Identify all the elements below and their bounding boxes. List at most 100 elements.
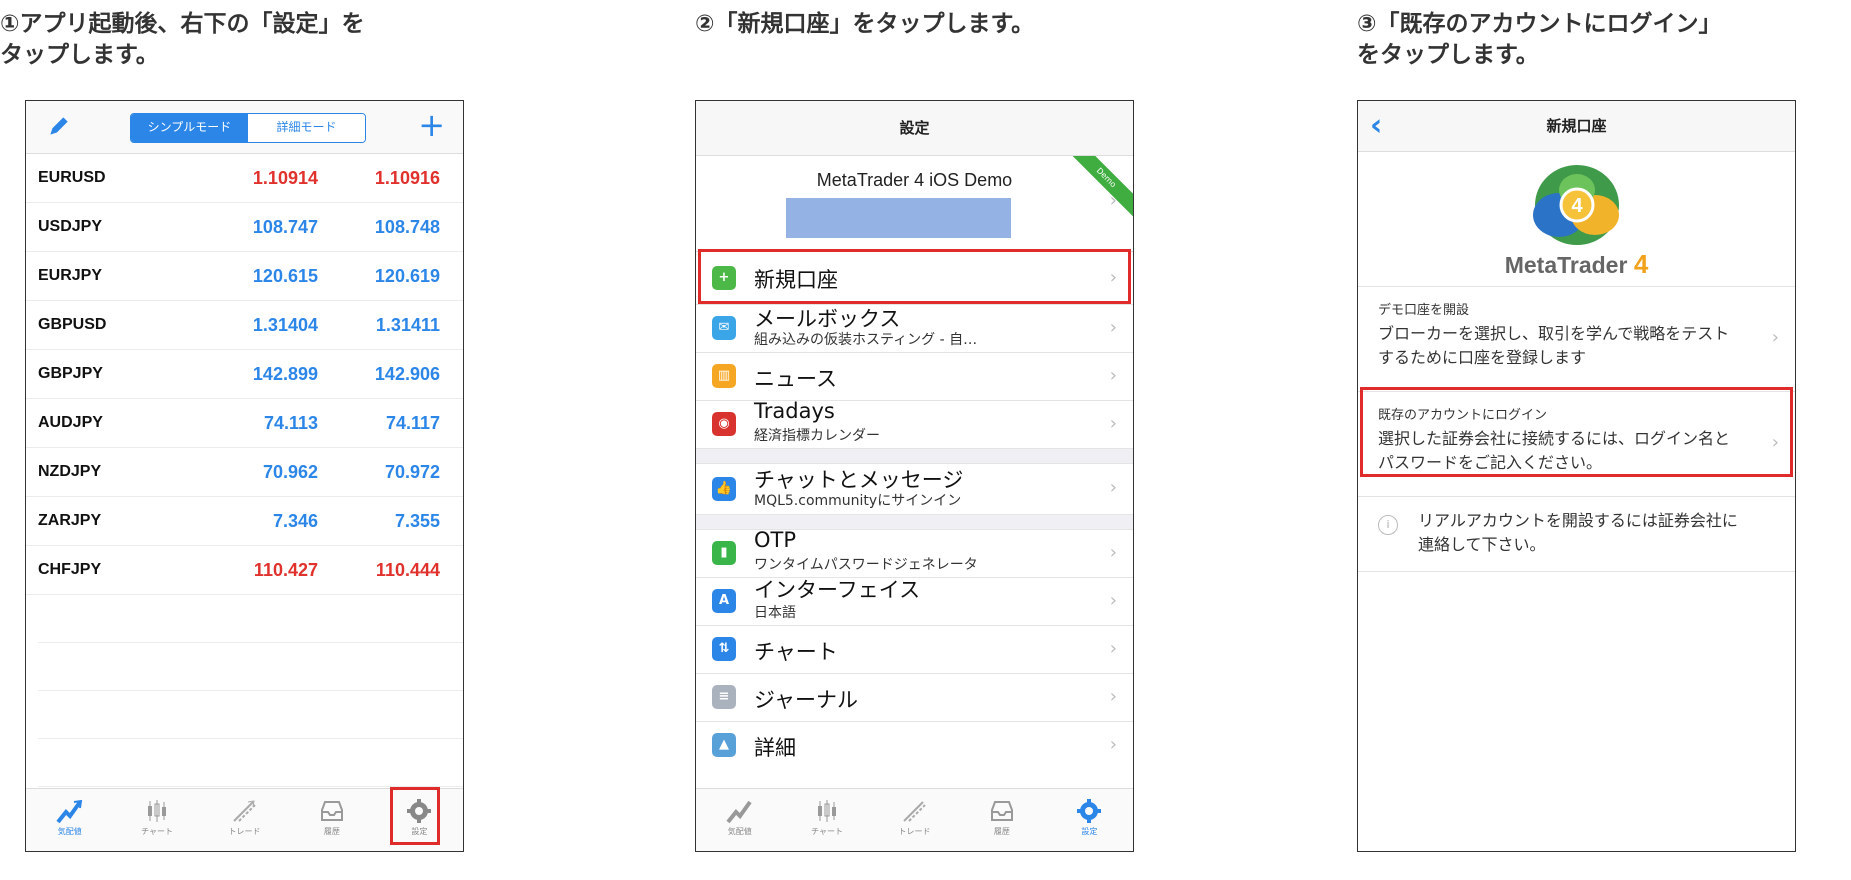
- tab-label: チャート: [811, 827, 844, 836]
- symbol-name: AUDJPY: [38, 414, 103, 431]
- account-card[interactable]: MetaTrader 4 iOS Demo Demo ›: [696, 156, 1133, 252]
- settings-item-otp[interactable]: ▮ OTP ワンタイムパスワードジェネレータ ›: [696, 528, 1133, 578]
- add-symbol-icon[interactable]: +: [418, 107, 445, 143]
- tab-label: トレード: [228, 827, 261, 836]
- step1-title: ①アプリ起動後、右下の「設定」を タップします。: [0, 11, 365, 68]
- ask-price: 110.444: [375, 559, 440, 580]
- tab-label: 気配値: [57, 827, 82, 836]
- phone-quotes-screen: シンプルモード 詳細モード + EURUSD 1.10914 1.10916 USDJ…: [25, 100, 464, 852]
- metatrader-icon: ▲: [712, 733, 736, 757]
- trade-icon: [902, 801, 926, 822]
- quote-row[interactable]: EURJPY 120.615 120.619: [26, 252, 463, 301]
- back-chevron-icon[interactable]: ‹: [1370, 101, 1382, 151]
- quote-row[interactable]: GBPUSD 1.31404 1.31411: [26, 301, 463, 350]
- book-icon: ▥: [712, 364, 736, 388]
- item-label: 詳細: [754, 736, 796, 760]
- chevron-right-icon: ›: [1771, 327, 1779, 348]
- quotes-icon: [726, 800, 752, 824]
- quotes-toolbar: シンプルモード 詳細モード +: [26, 101, 463, 154]
- symbol-name: CHFJPY: [38, 561, 102, 578]
- quote-row[interactable]: AUDJPY 74.113 74.117: [26, 399, 463, 448]
- tab-quotes[interactable]: 気配値: [26, 789, 113, 851]
- symbol-name: NZDJPY: [38, 463, 102, 480]
- settings-item-detail[interactable]: ▲ 詳細 ›: [696, 722, 1133, 769]
- quote-row[interactable]: ZARJPY 7.346 7.355: [26, 497, 463, 546]
- tab-chart[interactable]: チャート: [113, 789, 200, 851]
- tab-history[interactable]: 履歴: [958, 789, 1045, 851]
- phone-settings-screen: 設定 MetaTrader 4 iOS Demo Demo › + 新規口座 ›…: [695, 100, 1134, 852]
- settings-item-news[interactable]: ▥ ニュース ›: [696, 353, 1133, 401]
- ask-price: 108.748: [374, 216, 440, 237]
- tradays-icon: ◉: [712, 412, 736, 436]
- item-description: ブローカーを選択し、取引を学んで戦略をテストするために口座を登録します: [1378, 324, 1730, 367]
- ask-price: 7.355: [394, 510, 440, 531]
- simple-mode-tab[interactable]: シンプルモード: [131, 114, 248, 142]
- detail-mode-tab[interactable]: 詳細モード: [248, 114, 365, 142]
- inbox-icon: [320, 801, 343, 821]
- pencil-icon[interactable]: [46, 113, 72, 139]
- chevron-right-icon: ›: [1109, 477, 1117, 498]
- chevron-right-icon: ›: [1109, 686, 1117, 707]
- settings-item-journal[interactable]: ≡ ジャーナル ›: [696, 674, 1133, 722]
- settings-item-tradays[interactable]: ◉ Tradays 経済指標カレンダー ›: [696, 399, 1133, 449]
- chevron-right-icon: ›: [1109, 317, 1117, 338]
- item-label: インターフェイス: [754, 578, 921, 602]
- settings-item-mailbox[interactable]: ✉ メールボックス 組み込みの仮装ホスティング - 自… ›: [696, 305, 1133, 353]
- bid-price: 120.615: [252, 265, 318, 286]
- quotes-icon: [56, 799, 82, 824]
- empty-row: [38, 691, 463, 739]
- candlestick-icon: [148, 800, 167, 822]
- empty-row: [38, 595, 463, 643]
- step3-title: ③「既存のアカウントにログイン」 をタップします。: [1357, 11, 1722, 68]
- trade-icon: [232, 800, 256, 822]
- chevron-right-icon: ›: [1109, 190, 1117, 211]
- symbol-name: ZARJPY: [38, 512, 102, 529]
- item-label: チャート: [754, 640, 838, 664]
- quote-row[interactable]: USDJPY 108.747 108.748: [26, 203, 463, 252]
- ask-price: 70.972: [384, 461, 440, 482]
- settings-item-chat[interactable]: 👍 チャットとメッセージ MQL5.communityにサインイン ›: [696, 464, 1133, 515]
- chart-icon: ⇅: [712, 637, 736, 661]
- info-text: リアルアカウントを開設するには証券会社に連絡して下さい。: [1418, 511, 1738, 554]
- tab-label: 気配値: [727, 827, 752, 836]
- quote-row[interactable]: CHFJPY 110.427 110.444: [26, 546, 463, 595]
- tab-history[interactable]: 履歴: [288, 789, 375, 851]
- chevron-right-icon: ›: [1109, 590, 1117, 611]
- chevron-right-icon: ›: [1109, 734, 1117, 755]
- bottom-tab-bar: 気配値 チャート トレード 履歴 設定: [696, 788, 1133, 851]
- mode-segmented-control[interactable]: シンプルモード 詳細モード: [130, 113, 366, 143]
- settings-item-interface[interactable]: A インターフェイス 日本語 ›: [696, 578, 1133, 626]
- bid-price: 1.31404: [252, 314, 318, 335]
- bid-price: 7.346: [272, 510, 318, 531]
- item-sublabel: 日本語: [754, 605, 796, 621]
- ask-price: 120.619: [374, 265, 440, 286]
- tab-settings[interactable]: 設定: [1046, 789, 1133, 851]
- ask-price: 142.906: [374, 363, 440, 384]
- tab-trade[interactable]: トレード: [871, 789, 958, 851]
- language-icon: A: [712, 589, 736, 613]
- bid-price: 110.427: [253, 559, 318, 580]
- journal-icon: ≡: [712, 685, 736, 709]
- symbol-name: GBPUSD: [38, 316, 107, 333]
- tab-label: 設定: [1081, 827, 1098, 836]
- chevron-right-icon: ›: [1109, 638, 1117, 659]
- phone-new-account-screen: ‹ 新規口座 4 MetaTrader 4 デモ口座を開設 ブローカーを選択し、…: [1357, 100, 1796, 852]
- symbol-name: GBPJPY: [38, 365, 103, 382]
- quote-row[interactable]: NZDJPY 70.962 70.972: [26, 448, 463, 497]
- quote-row[interactable]: EURUSD 1.10914 1.10916: [26, 154, 463, 203]
- tab-quotes[interactable]: 気配値: [696, 789, 783, 851]
- redacted-account-info: [786, 198, 1011, 238]
- symbol-name: EURJPY: [38, 267, 103, 284]
- tab-trade[interactable]: トレード: [201, 789, 288, 851]
- gear-icon: [1077, 799, 1102, 823]
- open-demo-account-item[interactable]: デモ口座を開設 ブローカーを選択し、取引を学んで戦略をテストするために口座を登録…: [1358, 287, 1795, 392]
- item-label: ニュース: [754, 367, 837, 391]
- settings-item-chart[interactable]: ⇅ チャート ›: [696, 626, 1133, 674]
- tab-chart[interactable]: チャート: [783, 789, 870, 851]
- ask-price: 1.31411: [375, 314, 440, 335]
- bid-price: 1.10914: [252, 167, 318, 188]
- quote-row[interactable]: GBPJPY 142.899 142.906: [26, 350, 463, 399]
- item-sublabel: ワンタイムパスワードジェネレータ: [754, 557, 978, 573]
- item-heading: デモ口座を開設: [1378, 303, 1470, 318]
- new-account-nav-title: 新規口座: [1546, 117, 1607, 135]
